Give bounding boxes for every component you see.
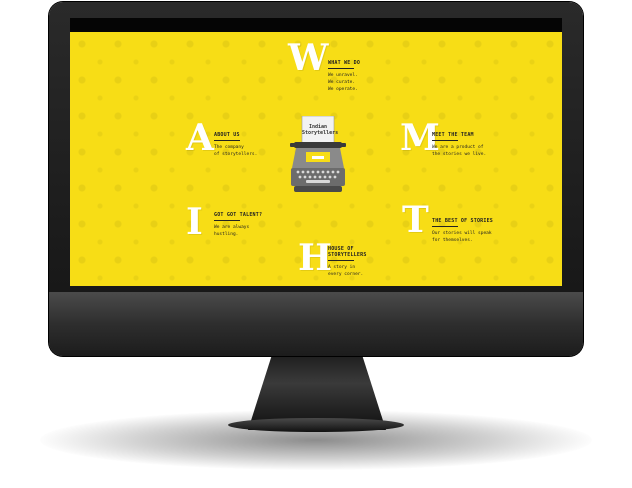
letter-w[interactable]: W xyxy=(288,40,328,76)
section-line: for themselves. xyxy=(432,238,473,243)
section-line: We are always xyxy=(214,225,250,230)
section-rule xyxy=(432,140,458,141)
letter-a[interactable]: A xyxy=(186,120,214,156)
section-line: every corner. xyxy=(328,272,364,277)
letter-t[interactable]: T xyxy=(402,202,429,238)
section-meet-the-team[interactable]: MEET THE TEAM We are a product of the st… xyxy=(432,132,486,158)
section-line: We curate. xyxy=(328,80,356,85)
section-rule xyxy=(432,226,458,227)
section-line: The company xyxy=(214,145,244,150)
browser-top-bar xyxy=(70,18,562,32)
section-rule xyxy=(214,140,240,141)
section-title: ABOUT US xyxy=(214,132,240,138)
section-what-we-do[interactable]: WHAT WE DO We unravel. We curate. We ope… xyxy=(328,60,360,93)
monitor-chin xyxy=(49,292,583,356)
section-rule xyxy=(328,260,354,261)
section-line: We are a product of xyxy=(432,145,484,150)
section-best-of-stories[interactable]: THE BEST OF STORIES Our stories will spe… xyxy=(432,218,493,244)
letter-h[interactable]: H xyxy=(298,240,332,276)
section-line: A story in xyxy=(328,265,356,270)
section-title: MEET THE TEAM xyxy=(432,132,474,138)
section-line: We unravel. xyxy=(328,73,358,78)
logo-text: Indian Storytellers xyxy=(302,124,339,136)
typewriter-logo[interactable]: Indian Storytellers xyxy=(288,115,348,200)
section-got-talent[interactable]: GOT GOT TALENT? We are always hustling. xyxy=(214,212,262,238)
monitor-stand-base xyxy=(228,418,404,432)
logo-line-2: Storytellers xyxy=(302,130,339,136)
page-canvas: W A I H M T WHAT WE DO We unravel. We cu… xyxy=(70,32,562,286)
section-line: of storytellers. xyxy=(214,152,258,157)
section-about-us[interactable]: ABOUT US The company of storytellers. xyxy=(214,132,257,158)
section-title: HOUSE OF STORYTELLERS xyxy=(328,246,367,258)
section-title: THE BEST OF STORIES xyxy=(432,218,493,224)
section-line: hustling. xyxy=(214,232,239,237)
screen: W A I H M T WHAT WE DO We unravel. We cu… xyxy=(70,18,562,286)
section-line: the stories we live. xyxy=(432,152,487,157)
section-line: Our stories will speak xyxy=(432,231,492,236)
section-rule xyxy=(214,220,240,221)
section-title: GOT GOT TALENT? xyxy=(214,212,263,218)
section-title: WHAT WE DO xyxy=(328,60,361,66)
section-rule xyxy=(328,68,354,69)
section-house-of-storytellers[interactable]: HOUSE OF STORYTELLERS A story in every c… xyxy=(328,246,367,278)
section-line: We operate. xyxy=(328,87,358,92)
letter-i[interactable]: I xyxy=(186,204,203,240)
